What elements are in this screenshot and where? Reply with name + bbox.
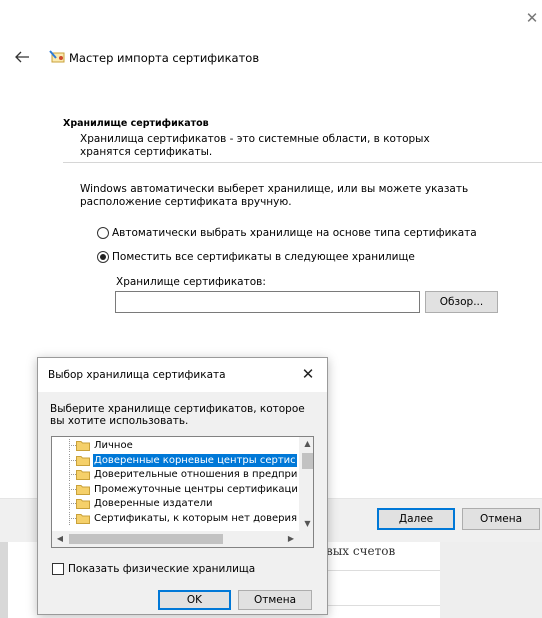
close-icon[interactable]: ✕ bbox=[524, 10, 540, 26]
wizard-title: Мастер импорта сертификатов bbox=[69, 51, 260, 65]
dialog-description: Выберите хранилище сертификатов, которое… bbox=[50, 403, 305, 427]
folder-icon bbox=[76, 470, 90, 480]
radio-place-store-label: Поместить все сертификаты в следующее хр… bbox=[112, 251, 415, 263]
next-button[interactable]: Далее bbox=[377, 508, 455, 530]
vertical-scrollbar[interactable]: ▲ ▼ bbox=[299, 437, 313, 531]
background-divider bbox=[326, 570, 440, 571]
dialog-close-icon[interactable]: ✕ bbox=[300, 366, 316, 382]
horizontal-scroll-thumb[interactable] bbox=[69, 534, 223, 544]
store-tree[interactable]: Личное Доверенные корневые центры сертис Д… bbox=[51, 436, 314, 548]
tree-connector bbox=[52, 439, 76, 452]
certificate-wizard-icon bbox=[49, 49, 67, 65]
tree-item[interactable]: Промежуточные центры сертификаци bbox=[52, 482, 299, 496]
store-input[interactable] bbox=[115, 291, 420, 313]
tree-item-label: Промежуточные центры сертификаци bbox=[94, 483, 298, 495]
tree-item[interactable]: Личное bbox=[52, 439, 134, 452]
back-arrow-icon[interactable] bbox=[13, 49, 31, 65]
tree-connector bbox=[52, 497, 76, 510]
radio-auto-store-label: Автоматически выбрать хранилище на основ… bbox=[112, 227, 477, 239]
cancel-button[interactable]: Отмена bbox=[462, 508, 540, 530]
scroll-down-icon[interactable]: ▼ bbox=[300, 517, 313, 531]
folder-icon bbox=[76, 455, 90, 466]
ok-button[interactable]: OK bbox=[158, 590, 231, 610]
tree-item[interactable]: Доверительные отношения в предпри bbox=[52, 468, 298, 481]
horizontal-scrollbar[interactable]: ◀ ▶ bbox=[52, 531, 313, 547]
section-description: Хранилища сертификатов - это системные о… bbox=[80, 133, 430, 158]
background-divider bbox=[326, 605, 440, 606]
tree-connector bbox=[52, 482, 76, 496]
folder-icon bbox=[76, 484, 90, 495]
select-store-dialog: Выбор хранилища сертификата ✕ Выберите х… bbox=[37, 357, 328, 615]
scroll-left-icon[interactable]: ◀ bbox=[52, 531, 68, 547]
dialog-title: Выбор хранилища сертификата bbox=[48, 369, 226, 381]
background-panel-left bbox=[0, 542, 8, 618]
tree-item-label: Доверенные издатели bbox=[94, 498, 213, 509]
radio-auto-store-button[interactable] bbox=[97, 227, 109, 239]
intro-text: Windows автоматически выберет хранилище,… bbox=[80, 183, 469, 208]
tree-item[interactable]: Доверенные корневые центры сертис bbox=[52, 453, 297, 467]
tree-item-label: Доверительные отношения в предпри bbox=[94, 469, 298, 480]
section-title: Хранилище сертификатов bbox=[63, 118, 209, 129]
folder-icon bbox=[76, 499, 90, 509]
radio-place-store[interactable]: Поместить все сертификаты в следующее хр… bbox=[97, 251, 415, 263]
show-physical-stores-label: Показать физические хранилища bbox=[68, 563, 256, 575]
tree-item-label: Доверенные корневые центры сертис bbox=[93, 453, 297, 467]
tree-item[interactable]: Доверенные издатели bbox=[52, 497, 214, 510]
tree-item-label: Сертификаты, к которым нет доверия bbox=[94, 512, 298, 524]
tree-connector bbox=[52, 468, 76, 481]
tree-item-label: Личное bbox=[94, 440, 133, 451]
store-label: Хранилище сертификатов: bbox=[116, 276, 266, 288]
browse-button[interactable]: Обзор... bbox=[425, 291, 498, 313]
tree-connector bbox=[52, 511, 76, 525]
background-partial-text: вых счетов bbox=[326, 544, 396, 558]
folder-icon bbox=[76, 513, 90, 524]
header-divider bbox=[63, 162, 542, 163]
radio-place-store-button[interactable] bbox=[97, 251, 109, 263]
show-physical-stores-checkbox[interactable] bbox=[52, 563, 64, 575]
show-physical-stores[interactable]: Показать физические хранилища bbox=[52, 563, 255, 575]
scroll-up-icon[interactable]: ▲ bbox=[300, 437, 313, 451]
background-panel-right bbox=[440, 542, 542, 618]
tree-connector bbox=[52, 453, 76, 467]
scroll-right-icon[interactable]: ▶ bbox=[283, 531, 299, 547]
tree-item[interactable]: Сертификаты, к которым нет доверия bbox=[52, 511, 298, 525]
radio-auto-store[interactable]: Автоматически выбрать хранилище на основ… bbox=[97, 227, 477, 239]
folder-icon bbox=[76, 441, 90, 451]
vertical-scroll-thumb[interactable] bbox=[302, 453, 313, 469]
dialog-cancel-button[interactable]: Отмена bbox=[238, 590, 312, 610]
